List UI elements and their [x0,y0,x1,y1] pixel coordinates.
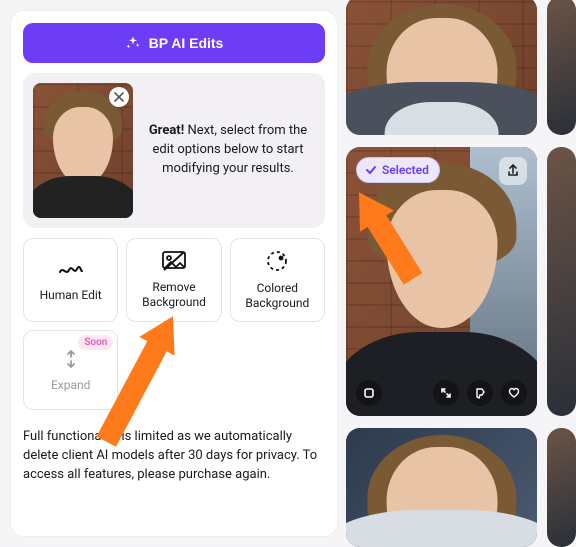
gallery-item[interactable] [346,428,537,547]
instruction-card: Great! Next, select from the edit option… [23,73,325,228]
gallery-item[interactable] [346,0,537,135]
share-button[interactable] [499,157,527,185]
expand-icon [60,348,82,370]
like-button[interactable] [501,380,527,406]
selected-chip: Selected [356,157,440,183]
bp-ai-edits-button[interactable]: BP AI Edits [23,23,325,63]
scribble-icon [58,258,84,280]
fullscreen-button[interactable] [433,380,459,406]
bp-ai-edits-label: BP AI Edits [149,35,224,51]
heart-icon [508,387,520,399]
edit-panel: BP AI Edits Great! Next, select from the… [10,10,338,537]
check-icon [365,164,377,176]
image-slash-icon [161,250,187,272]
selected-label: Selected [382,163,429,177]
expand-label: Expand [51,378,90,393]
dislike-button[interactable] [467,380,493,406]
gallery-item[interactable] [547,428,576,547]
results-gallery: Selected [338,0,576,547]
soon-badge: Soon [78,335,113,350]
human-edit-label: Human Edit [40,288,102,303]
gallery-item[interactable] [547,0,576,135]
instruction-bold: Great! [149,123,184,138]
stop-button[interactable] [356,380,382,406]
instruction-text: Great! Next, select from the edit option… [147,122,315,179]
human-edit-option[interactable]: Human Edit [23,238,118,322]
share-icon [506,164,520,178]
limitation-notice: Full functionality is limited as we auto… [23,428,325,485]
colored-background-option[interactable]: ColoredBackground [230,238,325,322]
sparkle-icon [125,35,141,51]
remove-bg-label: RemoveBackground [142,280,206,310]
thumbs-down-icon [474,387,486,399]
palette-icon [265,249,289,273]
remove-background-option[interactable]: RemoveBackground [126,238,221,322]
close-icon[interactable] [109,87,129,107]
colored-bg-label: ColoredBackground [245,281,309,311]
expand-option: Soon Expand [23,330,118,410]
stop-icon [363,387,375,399]
gallery-item[interactable] [547,147,576,415]
expand-arrows-icon [440,387,452,399]
selected-thumbnail [33,83,133,218]
